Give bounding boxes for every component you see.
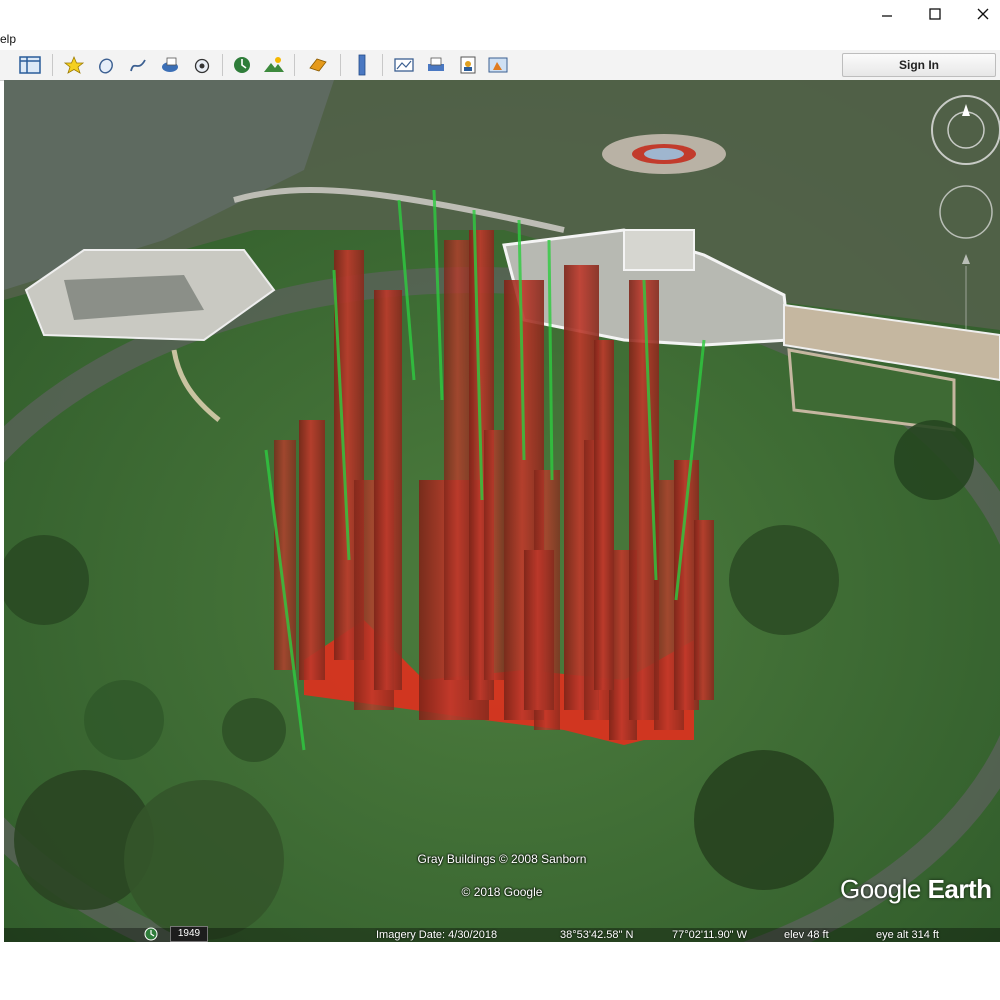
image-overlay-button[interactable] xyxy=(158,53,182,77)
polygon-button[interactable] xyxy=(94,53,118,77)
print-icon xyxy=(428,57,444,71)
toolbar-divider xyxy=(294,54,295,76)
logo-earth-text: Earth xyxy=(927,874,992,904)
view-in-maps-icon xyxy=(488,57,508,73)
sunlight-icon xyxy=(264,57,284,72)
toolbar-divider xyxy=(382,54,383,76)
view-in-maps-button[interactable] xyxy=(486,53,510,77)
menu-help[interactable]: elp xyxy=(0,32,16,46)
save-image-icon xyxy=(460,56,476,74)
record-tour-icon xyxy=(194,58,210,74)
sign-in-button[interactable]: Sign In xyxy=(842,53,996,77)
path-button[interactable] xyxy=(126,53,150,77)
clock-icon xyxy=(144,927,158,941)
extruded-bar xyxy=(484,430,504,680)
path-icon xyxy=(130,59,146,72)
eye-altitude-readout: eye alt 314 ft xyxy=(876,929,939,941)
email-button[interactable] xyxy=(392,53,416,77)
compass-icon xyxy=(962,104,970,116)
google-earth-logo: Google Earth xyxy=(840,874,992,905)
extruded-bar xyxy=(374,290,402,690)
historical-imagery-icon xyxy=(234,57,250,73)
toolbar-divider xyxy=(222,54,223,76)
imagery-date: Imagery Date: 4/30/2018 xyxy=(376,929,498,941)
sunlight-button[interactable] xyxy=(262,53,286,77)
extruded-bar xyxy=(299,420,325,680)
sidebar-button[interactable] xyxy=(18,53,42,77)
sidebar-icon xyxy=(19,56,41,74)
extruded-bar xyxy=(274,440,296,670)
elevation-readout: elev 48 ft xyxy=(784,929,829,941)
longitude-readout: 77°02'11.90" W xyxy=(672,929,748,941)
title-bar xyxy=(0,0,1000,30)
copyright-sanborn: Gray Buildings © 2008 Sanborn xyxy=(417,852,587,866)
save-image-button[interactable] xyxy=(456,53,480,77)
ruler-button[interactable] xyxy=(350,53,374,77)
placemark-icon xyxy=(64,55,84,74)
extruded-bar xyxy=(594,340,614,690)
historical-imagery-button[interactable] xyxy=(230,53,254,77)
maximize-icon xyxy=(929,8,941,20)
look-control[interactable] xyxy=(940,186,992,238)
compass-control[interactable] xyxy=(932,96,1000,164)
historical-year-badge[interactable]: 1949 xyxy=(170,926,208,942)
email-icon xyxy=(394,58,414,72)
close-icon xyxy=(977,8,989,20)
print-button[interactable] xyxy=(424,53,448,77)
record-tour-button[interactable] xyxy=(190,53,214,77)
polygon-icon xyxy=(99,58,113,74)
close-button[interactable] xyxy=(960,2,1000,26)
ruler-icon xyxy=(358,54,366,76)
switch-planet-icon xyxy=(309,58,327,72)
placemark-button[interactable] xyxy=(62,53,86,77)
minimize-icon xyxy=(882,15,892,17)
zoom-slider[interactable] xyxy=(954,252,978,332)
maximize-button[interactable] xyxy=(912,2,958,26)
toolbar-divider xyxy=(340,54,341,76)
toolbar-divider xyxy=(52,54,53,76)
map-view[interactable]: Gray Buildings © 2008 Sanborn © 2018 Goo… xyxy=(4,80,1000,942)
zoom-slider-icon xyxy=(962,254,970,330)
image-overlay-icon xyxy=(162,57,178,72)
aerial-imagery xyxy=(4,80,1000,942)
extruded-bar xyxy=(694,520,714,700)
latitude-readout: 38°53'42.58" N xyxy=(560,929,634,941)
switch-planet-button[interactable] xyxy=(306,53,330,77)
logo-google-text: Google xyxy=(840,874,921,904)
minimize-button[interactable] xyxy=(864,2,910,26)
extruded-bar xyxy=(524,550,554,710)
historical-imagery-clock[interactable] xyxy=(144,927,162,941)
